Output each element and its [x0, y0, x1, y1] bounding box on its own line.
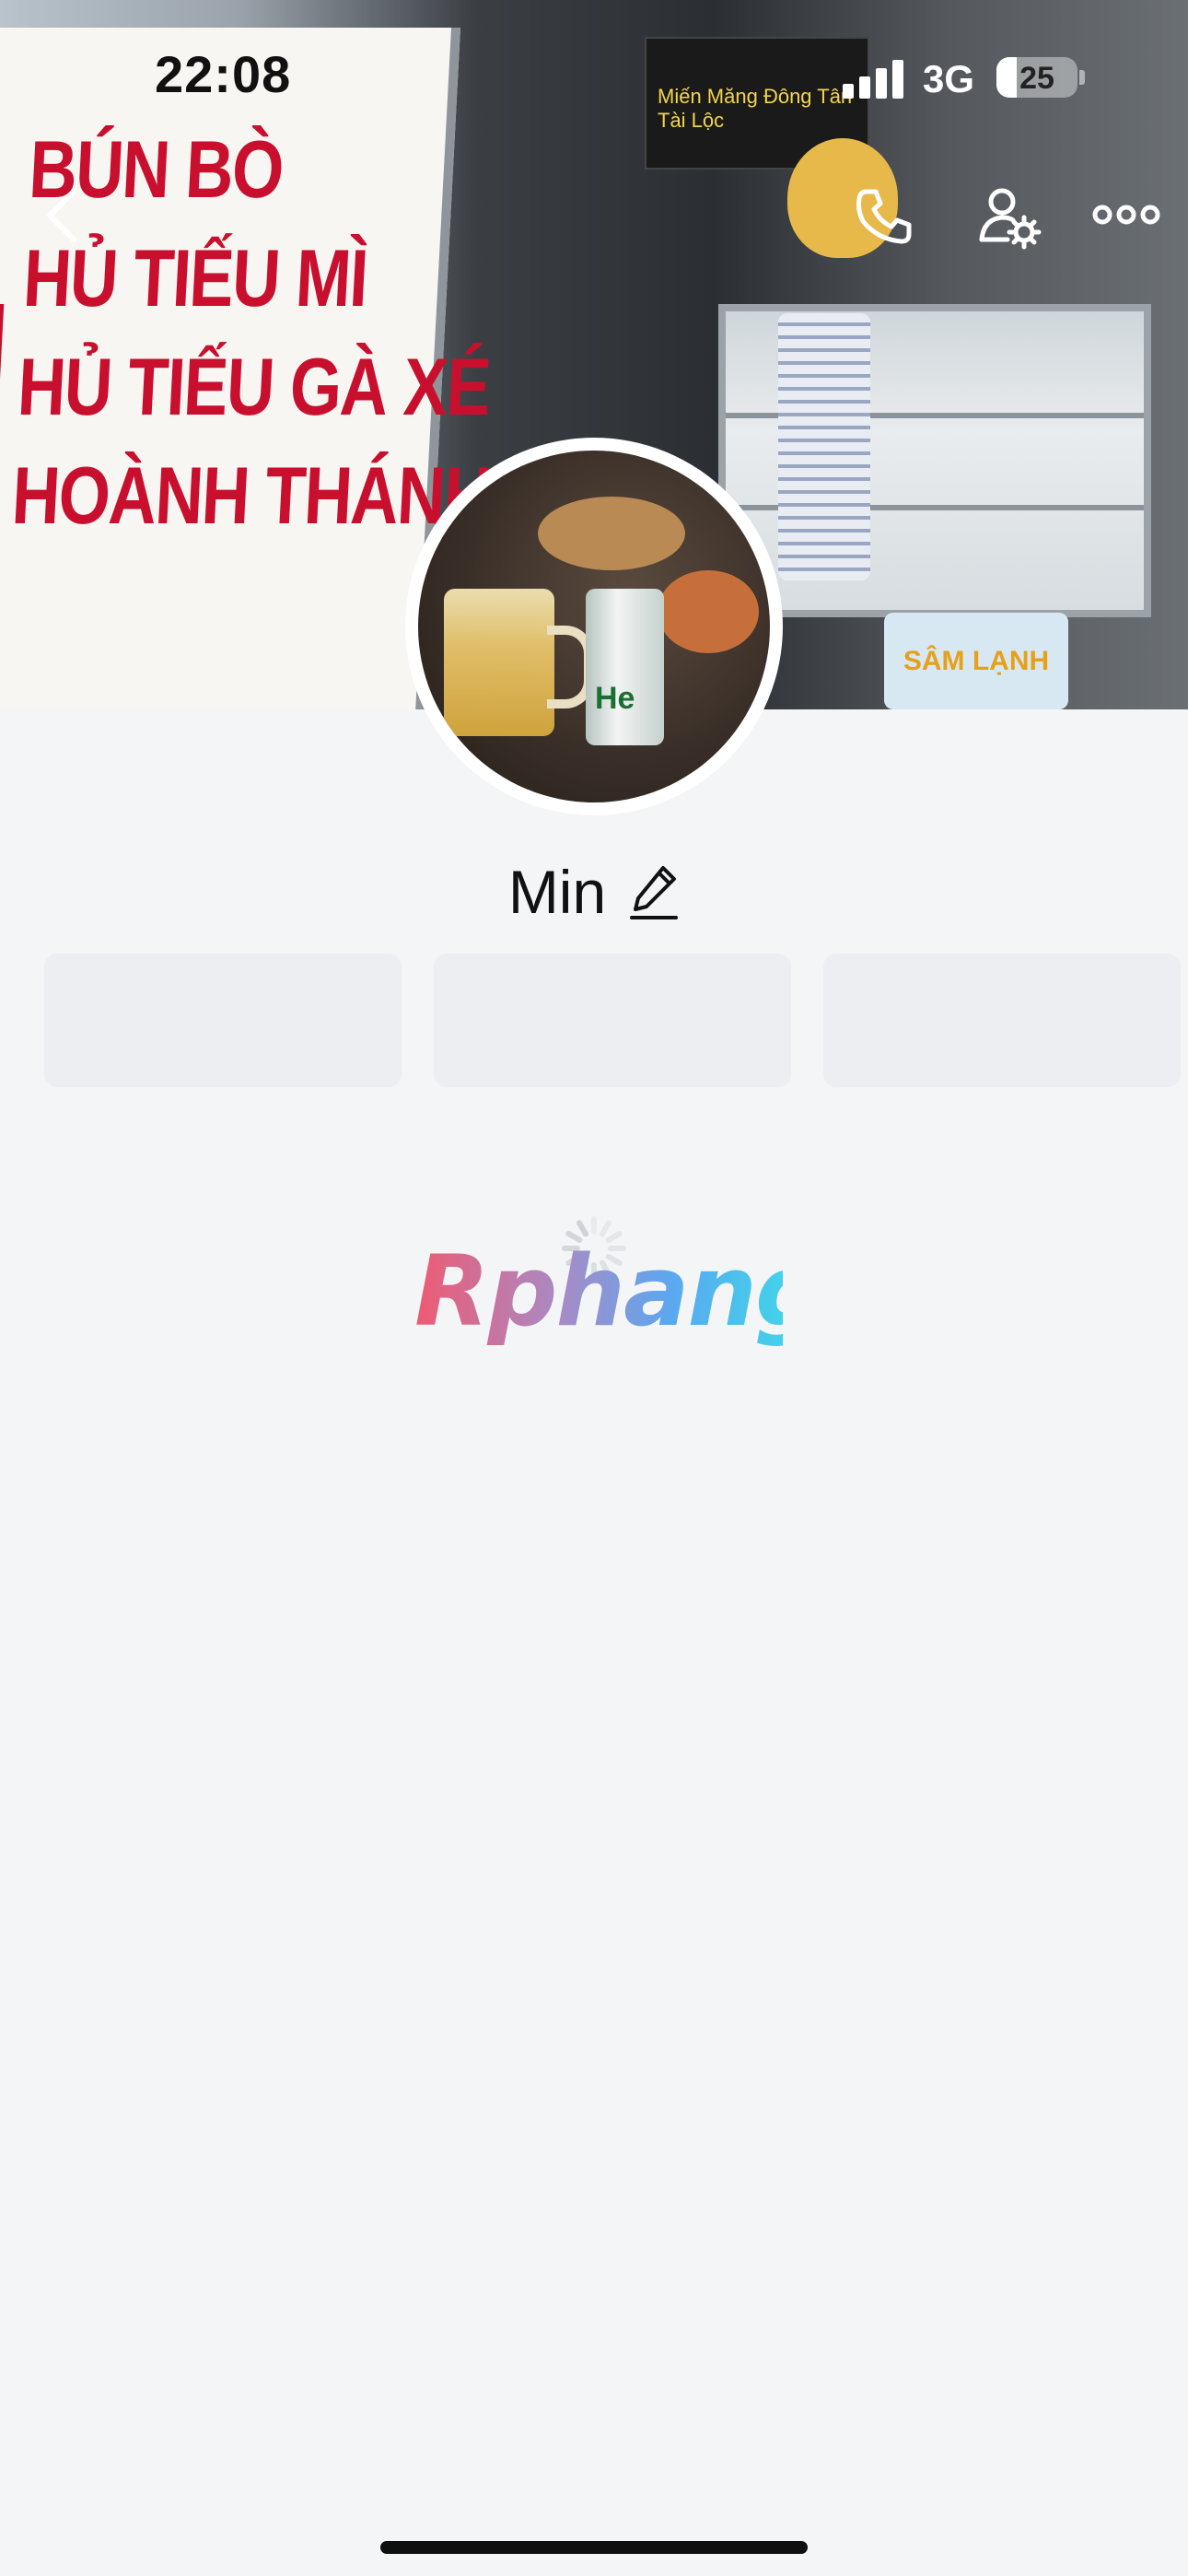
spinner-spoke — [591, 1216, 597, 1235]
network-type: 3G — [923, 57, 975, 100]
plate-stack — [778, 313, 870, 580]
profile-name: Min — [507, 858, 607, 926]
user-settings-button[interactable] — [976, 184, 1042, 251]
call-button[interactable] — [852, 184, 916, 249]
avatar-photo: He — [418, 451, 770, 802]
loading-placeholder-card — [434, 954, 791, 1087]
poster-text: Miến Măng Đông Tân Tài Lộc — [658, 85, 853, 132]
food-plate — [538, 497, 685, 570]
edit-pencil-icon[interactable] — [628, 862, 680, 921]
sign-red-edge — [0, 304, 5, 654]
battery-level: 25 — [1019, 61, 1054, 96]
profile-name-row: Min — [0, 857, 1188, 927]
watermark-logo: Rphang — [414, 1235, 825, 1348]
menu-sign-text: BÚN BÒ HỦ TIẾU MÌ HỦ TIẾU GÀ XÉ HOÀNH TH… — [9, 115, 494, 550]
battery-icon: 25 — [996, 57, 1077, 98]
home-indicator — [380, 2541, 808, 2554]
drink-sticker: SÂM LẠNH — [884, 613, 1068, 709]
sign-line: HỦ TIẾU GÀ XÉ — [15, 341, 493, 432]
phone-icon — [856, 189, 912, 244]
user-settings-icon — [979, 188, 1042, 250]
can-label: He — [595, 681, 635, 716]
chevron-left-icon — [47, 189, 76, 242]
beer-mug — [444, 589, 554, 736]
back-button[interactable] — [37, 182, 88, 249]
beer-can: He — [586, 589, 664, 745]
food-plate — [658, 570, 759, 653]
menu-sign: BÚN BÒ HỦ TIẾU MÌ HỦ TIẾU GÀ XÉ HOÀNH TH… — [0, 28, 494, 709]
status-time: 22:08 — [155, 45, 292, 103]
battery-tip — [1079, 70, 1085, 85]
signal-icon — [843, 60, 905, 99]
more-button[interactable] — [1091, 201, 1161, 228]
loading-placeholder-card — [44, 954, 402, 1087]
avatar[interactable]: He — [405, 438, 783, 815]
more-icon — [1092, 205, 1160, 225]
sign-line: HOÀNH THÁNH — [9, 450, 494, 541]
loading-placeholder-card — [823, 954, 1181, 1087]
